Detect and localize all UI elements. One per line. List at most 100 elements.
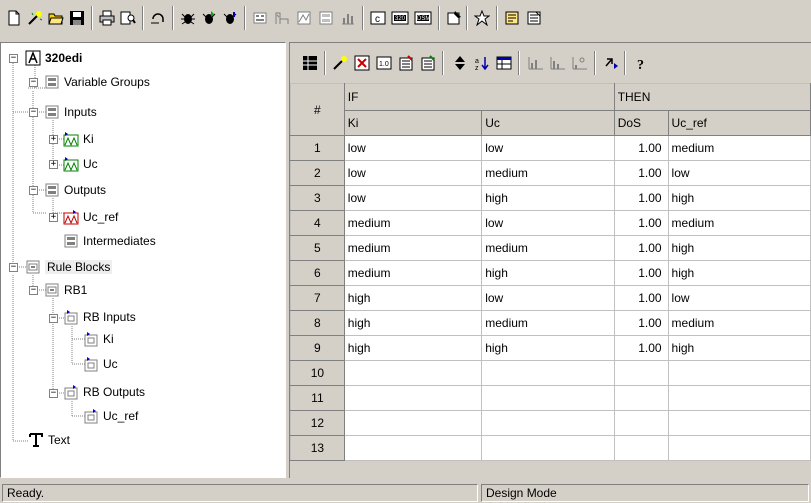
column-header-dos[interactable]: DoS bbox=[613, 110, 669, 136]
collapse-toggle[interactable]: − bbox=[29, 286, 38, 295]
cell-ki[interactable]: medium bbox=[343, 210, 483, 236]
tree-node-rb-inputs[interactable]: RB Inputs bbox=[63, 308, 136, 326]
tree-node-variable-groups[interactable]: Variable Groups bbox=[44, 73, 150, 91]
debug-icon[interactable] bbox=[178, 8, 198, 28]
cell-uc[interactable]: high bbox=[481, 335, 615, 361]
help-icon[interactable]: ? bbox=[632, 53, 652, 73]
debug-step-icon[interactable] bbox=[220, 8, 240, 28]
cell-uc[interactable] bbox=[481, 435, 615, 461]
collapse-toggle[interactable]: − bbox=[29, 108, 38, 117]
cell-ki[interactable]: medium bbox=[343, 235, 483, 261]
cell-dos[interactable] bbox=[613, 410, 669, 436]
cell-dos[interactable]: 1.00 bbox=[613, 185, 669, 211]
c-code-icon[interactable]: c bbox=[368, 8, 388, 28]
cell-uc[interactable]: low bbox=[481, 210, 615, 236]
cell-uc-ref[interactable] bbox=[667, 360, 811, 386]
form-icon[interactable] bbox=[316, 8, 336, 28]
alphabetic-sort-icon[interactable]: az bbox=[472, 53, 492, 73]
tree-node-uc-ref[interactable]: Uc_ref bbox=[63, 208, 118, 226]
table-icon[interactable] bbox=[494, 53, 514, 73]
expand-rule-icon[interactable] bbox=[418, 53, 438, 73]
new-icon[interactable] bbox=[4, 8, 24, 28]
cell-uc-ref[interactable]: high bbox=[667, 335, 811, 361]
collapse-toggle[interactable]: − bbox=[49, 314, 58, 323]
new-wizard-icon[interactable] bbox=[25, 8, 45, 28]
cell-ki[interactable] bbox=[343, 435, 483, 461]
tree-node-rb-outputs[interactable]: RB Outputs bbox=[63, 383, 145, 401]
cell-uc-ref[interactable] bbox=[667, 435, 811, 461]
column-header-uc-ref[interactable]: Uc_ref bbox=[667, 110, 811, 136]
cell-uc-ref[interactable]: high bbox=[667, 185, 811, 211]
tree-node-outputs[interactable]: Outputs bbox=[44, 181, 106, 199]
rule-wizard-icon[interactable] bbox=[330, 53, 350, 73]
cell-uc-ref[interactable]: high bbox=[667, 235, 811, 261]
collapse-toggle[interactable]: − bbox=[9, 263, 18, 272]
tree-node-rb-uc[interactable]: Uc bbox=[83, 355, 118, 373]
chart-2-icon[interactable] bbox=[548, 53, 568, 73]
variable-editor-icon[interactable] bbox=[250, 8, 270, 28]
sort-icon[interactable] bbox=[450, 53, 470, 73]
cell-dos[interactable] bbox=[613, 435, 669, 461]
dictionary-icon[interactable] bbox=[502, 8, 522, 28]
tree-node-text[interactable]: Text bbox=[28, 431, 70, 449]
code-320-icon[interactable]: 320 bbox=[390, 8, 410, 28]
cell-dos[interactable]: 1.00 bbox=[613, 160, 669, 186]
undo-icon[interactable] bbox=[148, 8, 168, 28]
cell-uc[interactable]: medium bbox=[481, 310, 615, 336]
cell-uc-ref[interactable]: medium bbox=[667, 310, 811, 336]
column-header-uc[interactable]: Uc bbox=[481, 110, 615, 136]
cell-uc-ref[interactable] bbox=[667, 385, 811, 411]
cell-uc-ref[interactable]: low bbox=[667, 285, 811, 311]
cell-ki[interactable]: high bbox=[343, 285, 483, 311]
cell-uc-ref[interactable]: medium bbox=[667, 210, 811, 236]
cell-ki[interactable] bbox=[343, 410, 483, 436]
tree-node-intermediates[interactable]: Intermediates bbox=[63, 232, 156, 250]
options-icon[interactable] bbox=[472, 8, 492, 28]
tree-node-ki[interactable]: Ki bbox=[63, 130, 94, 148]
cell-ki[interactable] bbox=[343, 360, 483, 386]
cell-uc[interactable]: low bbox=[481, 135, 615, 161]
expand-toggle[interactable]: + bbox=[49, 213, 58, 222]
cell-dos[interactable] bbox=[613, 360, 669, 386]
cell-dos[interactable]: 1.00 bbox=[613, 335, 669, 361]
insert-rule-icon[interactable] bbox=[396, 53, 416, 73]
cell-uc[interactable]: high bbox=[481, 260, 615, 286]
cell-uc[interactable]: medium bbox=[481, 235, 615, 261]
cell-ki[interactable]: low bbox=[343, 160, 483, 186]
cell-uc[interactable] bbox=[481, 410, 615, 436]
matrix-editor-icon[interactable] bbox=[294, 8, 314, 28]
tree-node-rb-ki[interactable]: Ki bbox=[83, 330, 114, 348]
cell-ki[interactable]: medium bbox=[343, 260, 483, 286]
tree-node-rule-blocks[interactable]: Rule Blocks bbox=[25, 258, 113, 276]
cell-uc-ref[interactable]: low bbox=[667, 160, 811, 186]
cell-uc[interactable] bbox=[481, 385, 615, 411]
collapse-toggle[interactable]: − bbox=[29, 78, 38, 87]
tree-node-rb1[interactable]: RB1 bbox=[44, 281, 87, 299]
collapse-toggle[interactable]: − bbox=[9, 54, 18, 63]
rule-editor-icon[interactable] bbox=[524, 8, 544, 28]
cell-ki[interactable] bbox=[343, 385, 483, 411]
column-header-ki[interactable]: Ki bbox=[343, 110, 483, 136]
cell-uc-ref[interactable]: high bbox=[667, 260, 811, 286]
cell-dos[interactable]: 1.00 bbox=[613, 235, 669, 261]
cell-uc[interactable] bbox=[481, 360, 615, 386]
expand-toggle[interactable]: + bbox=[49, 160, 58, 169]
tree-node-inputs[interactable]: Inputs bbox=[44, 103, 97, 121]
print-preview-icon[interactable] bbox=[118, 8, 138, 28]
analyzer-icon[interactable] bbox=[338, 8, 358, 28]
open-icon[interactable] bbox=[46, 8, 66, 28]
cell-uc[interactable]: medium bbox=[481, 160, 615, 186]
cell-ki[interactable]: low bbox=[343, 185, 483, 211]
collapse-toggle[interactable]: − bbox=[29, 186, 38, 195]
cell-uc[interactable]: high bbox=[481, 185, 615, 211]
cell-dos[interactable] bbox=[613, 385, 669, 411]
grid-mode-icon[interactable] bbox=[300, 53, 320, 73]
save-icon[interactable] bbox=[67, 8, 87, 28]
cell-dos[interactable]: 1.00 bbox=[613, 285, 669, 311]
dos-value-icon[interactable]: 1.0 bbox=[374, 53, 394, 73]
debug-run-icon[interactable] bbox=[199, 8, 219, 28]
code-dsm-icon[interactable]: DSM bbox=[413, 8, 433, 28]
cell-ki[interactable]: low bbox=[343, 135, 483, 161]
collapse-toggle[interactable]: − bbox=[49, 389, 58, 398]
delete-rule-icon[interactable] bbox=[352, 53, 372, 73]
